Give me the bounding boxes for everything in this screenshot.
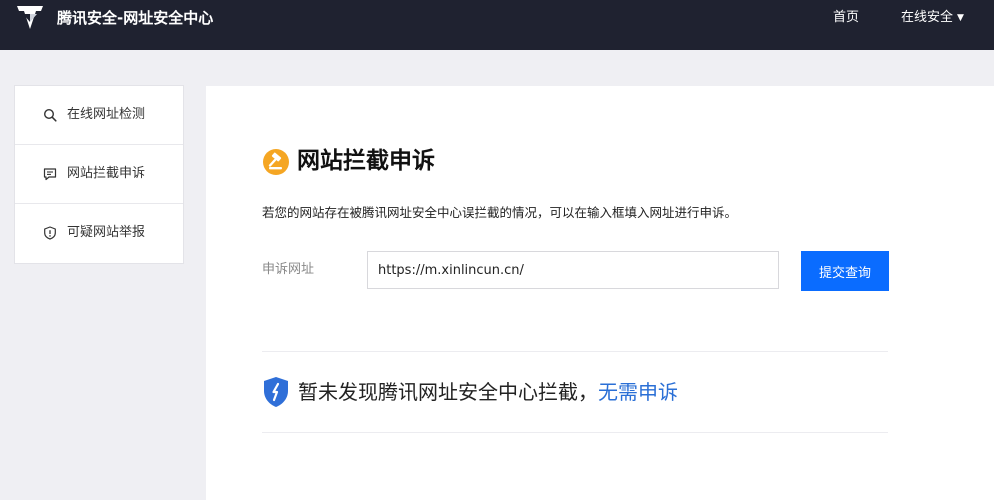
nav-online-security-menu[interactable]: 在线安全 ▼: [901, 9, 964, 28]
sidebar-item-label: 可疑网站举报: [67, 225, 146, 240]
tencent-security-logo-icon[interactable]: [14, 2, 46, 34]
url-field-label: 申诉网址: [262, 262, 315, 277]
search-icon: [43, 108, 57, 122]
shield-check-icon: [264, 377, 288, 407]
page-title: 网站拦截申诉: [297, 148, 435, 174]
shield-alert-icon: [44, 226, 56, 240]
nav-online-security-label: 在线安全: [901, 10, 954, 25]
page-description: 若您的网站存在被腾讯网址安全中心误拦截的情况，可以在输入框填入网址进行申诉。: [262, 205, 738, 220]
top-bar: 腾讯安全-网址安全中心 首页 在线安全 ▼: [0, 0, 994, 50]
main-panel: 网站拦截申诉 若您的网站存在被腾讯网址安全中心误拦截的情况，可以在输入框填入网址…: [206, 86, 994, 500]
result-text: 暂未发现腾讯网址安全中心拦截，: [298, 380, 598, 404]
sidebar-item-url-check[interactable]: 在线网址检测: [15, 86, 183, 145]
sidebar-item-appeal[interactable]: 网站拦截申诉: [15, 145, 183, 204]
result-message: 暂未发现腾讯网址安全中心拦截，无需申诉: [298, 379, 678, 405]
divider: [262, 432, 888, 433]
chat-icon: [43, 168, 57, 181]
sidebar: 在线网址检测 网站拦截申诉 可疑网站举报: [14, 85, 184, 264]
nav-home-link[interactable]: 首页: [833, 9, 859, 27]
sidebar-item-label: 在线网址检测: [67, 107, 146, 122]
sidebar-item-label: 网站拦截申诉: [67, 166, 146, 181]
caret-down-icon: ▼: [957, 13, 964, 23]
no-appeal-needed-link[interactable]: 无需申诉: [598, 380, 678, 404]
gavel-icon: [263, 149, 289, 175]
submit-query-button[interactable]: 提交查询: [801, 251, 889, 291]
divider: [262, 351, 888, 352]
sidebar-item-report[interactable]: 可疑网站举报: [15, 204, 183, 262]
appeal-url-input[interactable]: [367, 251, 779, 289]
brand-title[interactable]: 腾讯安全-网址安全中心: [57, 9, 213, 27]
